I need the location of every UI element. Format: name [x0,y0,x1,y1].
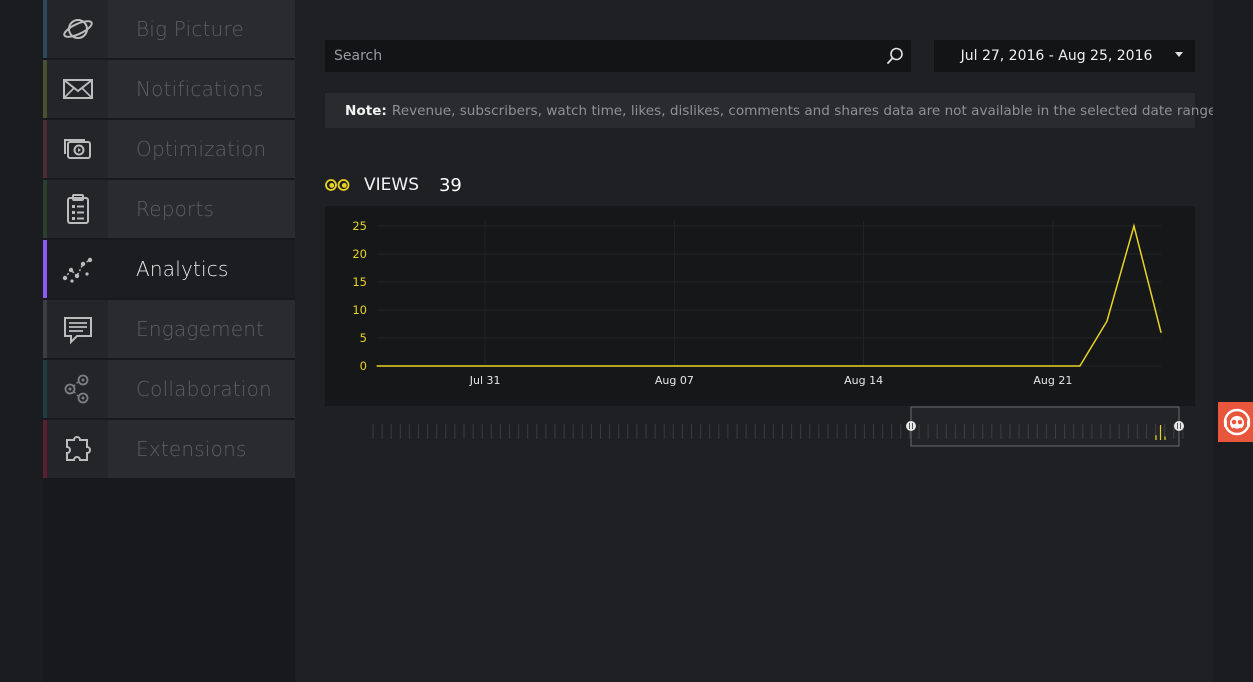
clipboard-icon [47,180,108,238]
navigator-handle[interactable] [1174,421,1184,431]
sidebar-item-label: Optimization [108,120,295,178]
sidebar: Big Picture Notifications Optimization Repo… [43,0,295,682]
support-agent-icon [1223,408,1251,436]
views-data-point [944,365,946,367]
note-text: Revenue, subscribers, watch time, likes,… [391,102,1221,119]
views-data-point [700,365,703,367]
y-tick-label: 5 [360,331,367,345]
sidebar-item-engagement[interactable]: Engagement [43,300,295,358]
sidebar-item-label: Reports [108,180,295,238]
sidebar-item-collaboration[interactable]: Collaboration [43,360,295,418]
y-tick-label: 10 [352,303,367,317]
views-data-point [1160,331,1162,333]
search-icon[interactable] [885,46,905,66]
y-tick-label: 0 [360,359,367,373]
sidebar-item-label: Analytics [108,240,295,298]
views-series-line [377,223,1162,367]
chart-range-navigator[interactable] [325,406,1195,448]
views-data-point [808,365,811,367]
x-tick-label: Aug 07 [655,374,694,387]
right-gutter [1213,0,1253,682]
navigator-svg [372,406,1184,447]
sidebar-item-extensions[interactable]: Extensions [43,420,295,478]
video-camera-icon [47,120,108,178]
sidebar-item-label: Big Picture [108,0,295,58]
date-range-value: Jul 27, 2016 - Aug 25, 2016 [960,48,1153,64]
views-data-point [646,365,648,367]
sidebar-item-big-picture[interactable]: Big Picture [43,0,295,58]
views-chart-svg: 0 5 10 15 20 25 Jul 31 Aug 07 Aug 14 Aug 21 [352,219,1162,387]
navigator-selection[interactable] [910,406,1180,447]
planet-icon [47,0,108,58]
y-tick-label: 25 [352,219,367,233]
views-data-point [565,365,567,367]
views-label: VIEWS [364,175,419,195]
views-data-point [754,365,757,367]
sidebar-item-label: Collaboration [108,360,295,418]
views-data-point [619,365,621,367]
sidebar-item-notifications[interactable]: Notifications [43,60,295,118]
views-data-point [484,365,486,367]
envelope-icon [47,60,108,118]
sidebar-item-reports[interactable]: Reports [43,180,295,238]
views-data-point [890,365,892,367]
navigator-handle[interactable] [906,421,916,431]
views-data-point [1079,365,1081,367]
search-box[interactable] [325,40,911,72]
views-data-point [403,365,405,367]
sidebar-item-optimization[interactable]: Optimization [43,120,295,178]
views-data-point [538,365,540,367]
sidebar-item-label: Engagement [108,300,295,358]
speech-bubble-icon [47,300,108,358]
views-data-point [592,365,594,367]
views-data-point [835,365,838,367]
caret-down-icon [1175,52,1183,57]
views-data-point [1133,225,1135,227]
scatter-chart-icon [47,240,108,298]
search-input[interactable] [325,47,885,65]
views-data-point [430,365,432,367]
y-tick-label: 15 [352,275,367,289]
x-tick-label: Jul 31 [469,374,501,387]
views-data-point [457,365,459,367]
views-data-point [673,365,675,367]
help-support-button[interactable] [1218,402,1253,442]
views-data-point [511,365,513,367]
people-network-icon [47,360,108,418]
sidebar-item-analytics[interactable]: Analytics [43,240,295,298]
views-data-point [998,365,1000,367]
main-content: Jul 27, 2016 - Aug 25, 2016 Note: Revenu… [295,0,1221,682]
note-prefix: Note: [345,102,387,119]
sidebar-item-label: Extensions [108,420,295,478]
views-header: VIEWS 39 [325,170,462,200]
views-data-point [376,365,378,367]
views-data-point [781,365,784,367]
views-data-point [971,365,973,367]
x-tick-label: Aug 21 [1033,374,1072,387]
y-tick-label: 20 [352,247,367,261]
views-count: 39 [438,174,462,196]
x-tick-label: Aug 14 [844,374,883,387]
sidebar-item-label: Notifications [108,60,295,118]
views-data-point [1106,320,1108,322]
views-data-point [727,365,730,367]
date-range-picker[interactable]: Jul 27, 2016 - Aug 25, 2016 [934,40,1195,72]
puzzle-piece-icon [47,420,108,478]
views-data-point [1052,365,1054,367]
data-availability-note: Note: Revenue, subscribers, watch time, … [325,93,1221,128]
views-data-point [917,365,919,367]
eyes-icon [325,179,350,191]
views-data-point [1025,365,1027,367]
views-data-point [863,365,865,367]
views-chart: 0 5 10 15 20 25 Jul 31 Aug 07 Aug 14 Aug 21 [325,206,1195,406]
